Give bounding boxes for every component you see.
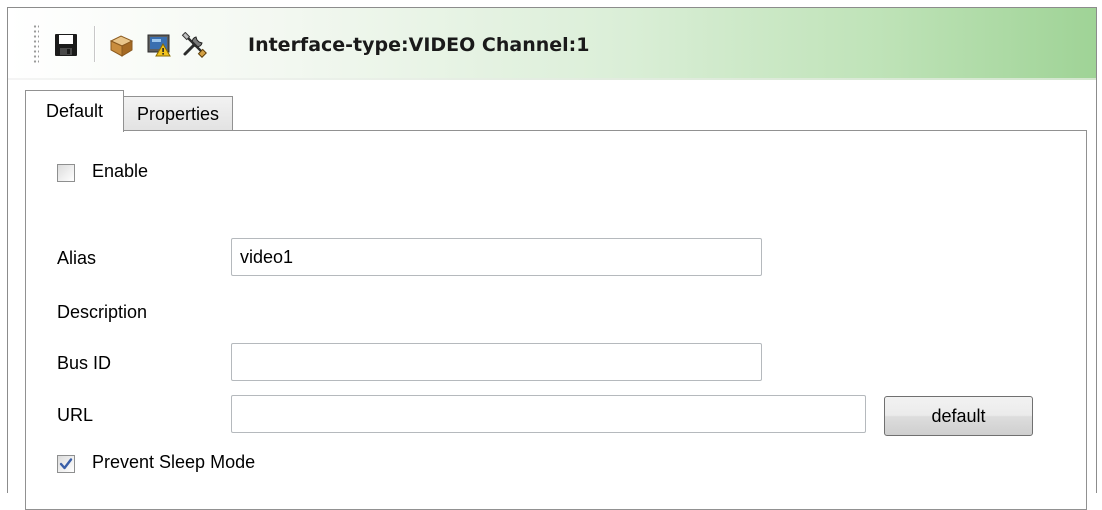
enable-label: Enable — [92, 161, 149, 181]
prevent-sleep-label: Prevent Sleep Mode — [92, 452, 256, 472]
toolbar-bottom-edge — [8, 78, 1096, 80]
package-icon[interactable] — [108, 32, 134, 58]
toolbar: Interface-type:VIDEO Channel:1 — [8, 8, 1096, 80]
toolbar-grip[interactable] — [33, 24, 39, 64]
url-input[interactable] — [231, 395, 866, 433]
default-button[interactable]: default — [884, 396, 1033, 436]
description-label: Description — [57, 302, 148, 322]
alias-input[interactable]: video1 — [231, 238, 762, 276]
checkmark-icon — [59, 458, 73, 470]
tab-default[interactable]: Default — [25, 90, 124, 132]
channel-config-panel: Interface-type:VIDEO Channel:1 Default P… — [0, 0, 1102, 510]
monitor-warning-icon[interactable] — [146, 32, 172, 58]
toolbar-title: Interface-type:VIDEO Channel:1 — [248, 34, 590, 56]
bus-id-input[interactable] — [231, 343, 762, 381]
enable-checkbox[interactable] — [57, 164, 75, 182]
url-label: URL — [57, 405, 94, 425]
tab-properties[interactable]: Properties — [123, 96, 233, 130]
bus-id-label: Bus ID — [57, 353, 112, 373]
prevent-sleep-checkbox[interactable] — [57, 455, 75, 473]
tools-icon[interactable] — [181, 31, 207, 58]
alias-label: Alias — [57, 248, 97, 268]
save-icon[interactable] — [53, 32, 79, 58]
toolbar-separator — [94, 26, 95, 62]
